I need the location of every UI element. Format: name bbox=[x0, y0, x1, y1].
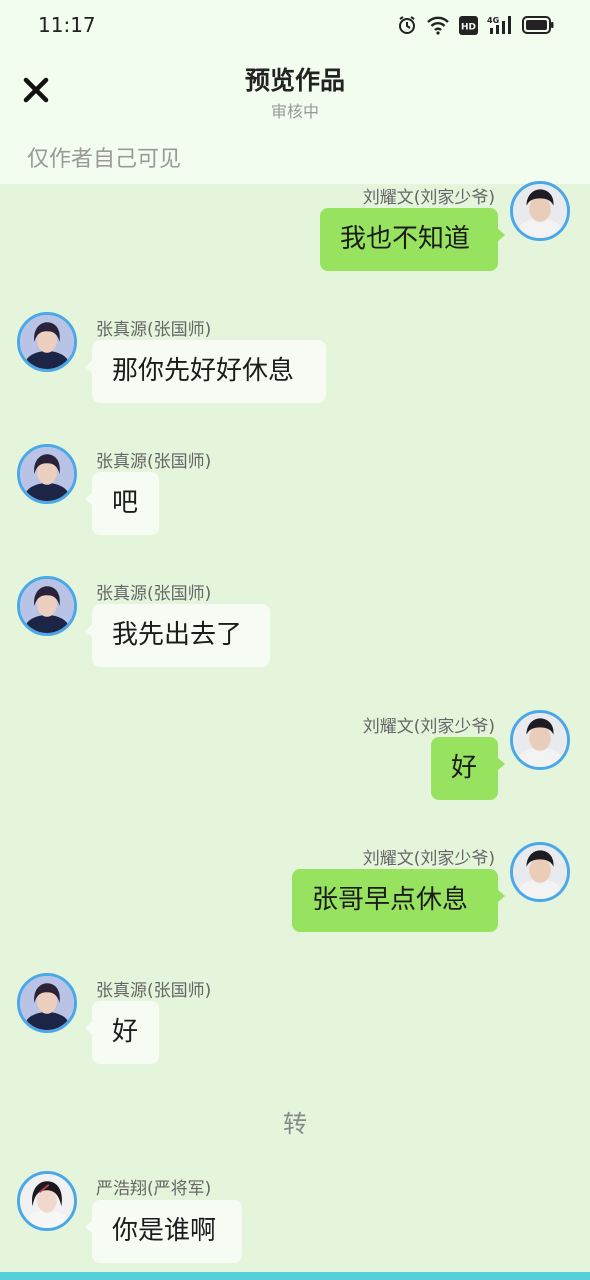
avatar[interactable] bbox=[510, 710, 570, 770]
sender-name: 刘耀文(刘家少爷) bbox=[362, 717, 495, 737]
avatar[interactable] bbox=[17, 444, 77, 504]
message-bubble[interactable]: 吧 bbox=[85, 472, 159, 535]
message-bubble[interactable]: 好 bbox=[85, 1001, 159, 1064]
status-bar: 11:17 HD 4G bbox=[0, 0, 590, 50]
avatar[interactable] bbox=[17, 312, 77, 372]
review-status: 审核中 bbox=[270, 102, 319, 121]
sender-name: 严浩翔(严将军) bbox=[96, 1179, 212, 1199]
avatar[interactable] bbox=[510, 181, 570, 241]
avatar[interactable] bbox=[17, 1171, 77, 1231]
visibility-note: 仅作者自己可见 bbox=[27, 147, 182, 172]
bottom-input-bar[interactable] bbox=[0, 1272, 590, 1280]
avatar-image bbox=[513, 184, 567, 238]
status-icons: HD 4G bbox=[397, 15, 554, 35]
sender-name: 张真源(张国师) bbox=[96, 981, 212, 1001]
sender-name: 刘耀文(刘家少爷) bbox=[362, 188, 495, 208]
page-title: 预览作品 bbox=[244, 66, 345, 95]
sender-name: 张真源(张国师) bbox=[96, 452, 212, 472]
header: 预览作品 审核中 仅作者自己可见 bbox=[0, 50, 590, 184]
message-bubble[interactable]: 张哥早点休息 bbox=[292, 869, 505, 932]
battery-icon bbox=[522, 16, 554, 34]
avatar-image bbox=[20, 447, 74, 501]
message-bubble[interactable]: 好 bbox=[431, 737, 505, 800]
avatar[interactable] bbox=[17, 973, 77, 1033]
message-bubble[interactable]: 我也不知道 bbox=[320, 208, 505, 271]
avatar-image bbox=[20, 976, 74, 1030]
sender-name: 张真源(张国师) bbox=[96, 584, 212, 604]
message-bubble[interactable]: 我先出去了 bbox=[85, 604, 270, 667]
avatar-image bbox=[20, 579, 74, 633]
signal-4g-icon: 4G bbox=[487, 15, 513, 35]
hd-label: HD bbox=[461, 22, 476, 32]
avatar-image bbox=[20, 315, 74, 369]
avatar[interactable] bbox=[17, 576, 77, 636]
section-divider: 转 bbox=[283, 1110, 307, 1138]
status-time: 11:17 bbox=[38, 13, 96, 37]
sender-name: 张真源(张国师) bbox=[96, 320, 212, 340]
alarm-icon bbox=[397, 15, 417, 35]
wifi-icon bbox=[426, 15, 450, 35]
sender-name: 刘耀文(刘家少爷) bbox=[362, 849, 495, 869]
network-label: 4G bbox=[487, 16, 499, 25]
avatar-image bbox=[20, 1174, 74, 1228]
hd-icon: HD bbox=[459, 15, 478, 35]
avatar-image bbox=[513, 713, 567, 767]
avatar-image bbox=[513, 845, 567, 899]
avatar[interactable] bbox=[510, 842, 570, 902]
message-bubble[interactable]: 那你先好好休息 bbox=[85, 340, 326, 403]
message-bubble[interactable]: 你是谁啊 bbox=[85, 1200, 242, 1263]
